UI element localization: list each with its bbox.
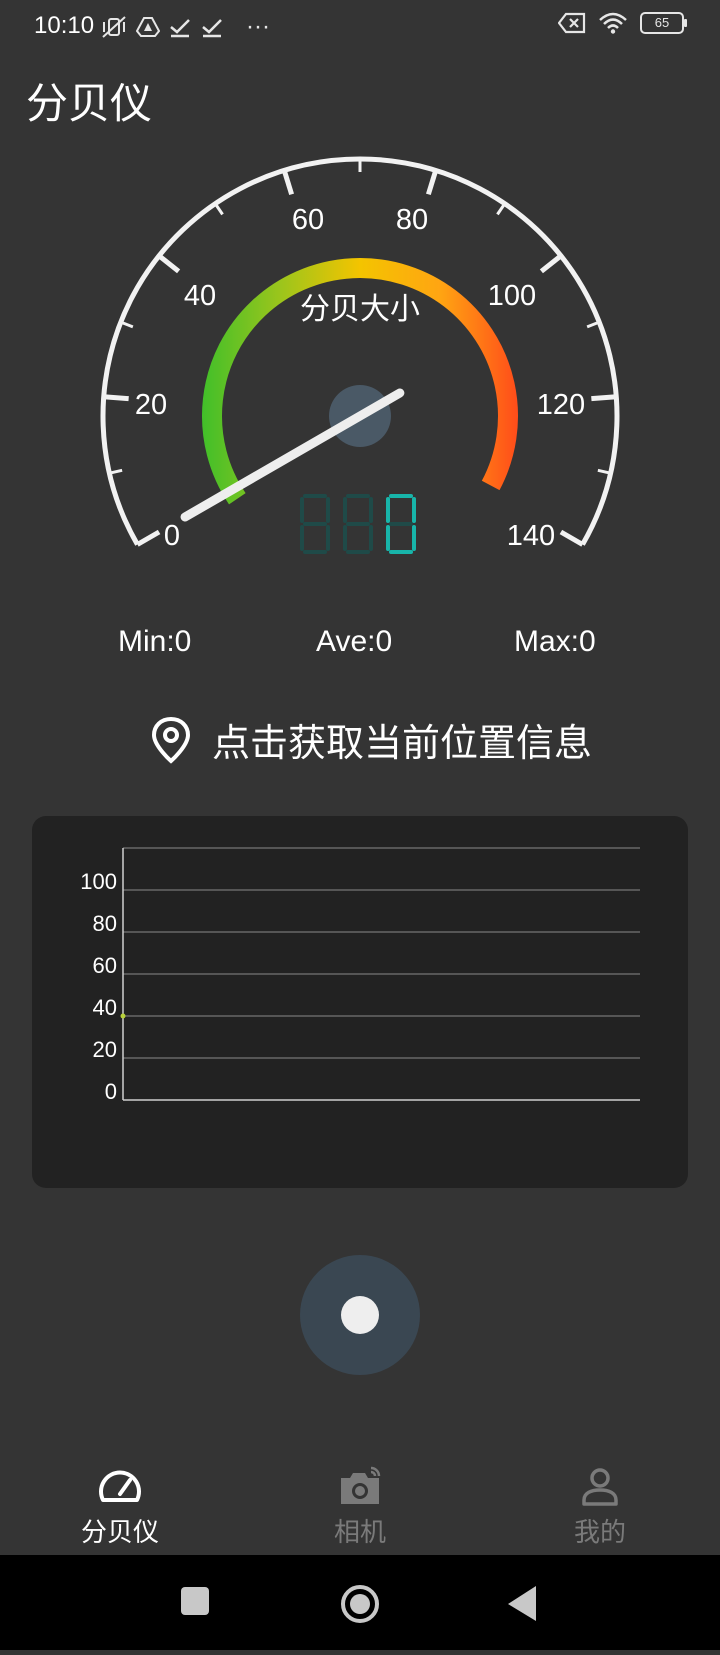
chart-data-point (120, 1013, 126, 1019)
gauge-ticks (103, 159, 617, 547)
gauge-major-tick (591, 394, 617, 402)
scale-label-0: 0 (164, 520, 180, 552)
check-icon (202, 19, 222, 38)
nav-item-camera[interactable]: 相机 (240, 1440, 480, 1555)
gauge-major-tick (281, 169, 295, 196)
speedometer-icon (99, 1470, 141, 1502)
decibel-chart: 0 20 40 60 80 100 (80, 847, 640, 1104)
digital-display (300, 494, 416, 554)
chart-y-tick-label: 20 (93, 1037, 117, 1062)
mute-vibrate-icon (102, 16, 126, 38)
get-location-button[interactable]: 点击获取当前位置信息 (150, 712, 592, 767)
decibel-gauge: 0 20 40 60 80 100 120 140 分贝大小 (100, 156, 620, 554)
nav-label-decibel: 分贝仪 (80, 1517, 159, 1547)
chart-y-tick-label: 80 (93, 911, 117, 936)
status-right-icons: 65 (558, 12, 687, 34)
recents-icon[interactable] (181, 1587, 209, 1615)
gauge-major-tick (559, 529, 584, 547)
camera-icon (341, 1466, 381, 1504)
scale-label-120: 120 (537, 389, 585, 421)
record-icon (341, 1296, 379, 1334)
gauge-major-tick (136, 529, 161, 547)
stat-min: Min:0 (118, 625, 192, 658)
chart-y-tick-label: 60 (93, 953, 117, 978)
status-left-icons: ··· (100, 10, 270, 44)
nav-item-profile[interactable]: 我的 (480, 1440, 720, 1555)
gauge-minor-tick (496, 202, 507, 216)
decibel-chart-card: 0 20 40 60 80 100 (32, 816, 688, 1188)
chart-y-tick-label: 40 (93, 995, 117, 1020)
scale-label-40: 40 (184, 280, 216, 312)
scale-label-100: 100 (488, 280, 536, 312)
location-label: 点击获取当前位置信息 (212, 723, 593, 765)
gauge-minor-tick (213, 202, 224, 216)
back-icon[interactable] (508, 1586, 536, 1621)
location-pin-icon (151, 716, 191, 764)
more-dots-icon: ··· (246, 13, 270, 40)
check-icon (170, 19, 190, 38)
drive-icon (136, 17, 160, 37)
gauge-major-tick (539, 253, 563, 274)
gauge-major-tick (103, 394, 129, 402)
gauge-minor-tick (586, 320, 600, 329)
chart-y-tick-label: 0 (105, 1079, 117, 1104)
system-nav-bar (0, 1555, 720, 1650)
battery-indicator: 65 (640, 12, 687, 34)
gauge-minor-tick (120, 320, 134, 329)
stat-max: Max:0 (514, 625, 596, 658)
nav-item-decibel[interactable]: 分贝仪 (0, 1440, 240, 1555)
gauge-major-tick (157, 253, 181, 274)
wifi-icon (599, 12, 627, 34)
nav-label-camera: 相机 (333, 1517, 386, 1547)
bottom-nav: 分贝仪 相机 我的 (0, 1440, 720, 1555)
person-icon (582, 1468, 618, 1506)
gauge-label: 分贝大小 (300, 293, 420, 326)
scale-label-20: 20 (135, 389, 167, 421)
gauge-scale-labels: 0 20 40 60 80 100 120 140 (135, 204, 585, 552)
status-time: 10:10 (34, 12, 95, 39)
record-button[interactable] (300, 1255, 420, 1375)
nav-label-profile: 我的 (573, 1517, 626, 1547)
home-icon[interactable] (341, 1585, 379, 1623)
page-title: 分贝仪 (26, 80, 153, 127)
scale-label-80: 80 (396, 204, 428, 236)
no-sim-icon (558, 12, 586, 34)
scale-label-140: 140 (507, 520, 555, 552)
status-bar: 10:10 ··· 65 (0, 0, 720, 56)
stat-ave: Ave:0 (316, 625, 393, 658)
scale-label-60: 60 (292, 204, 324, 236)
gauge-major-tick (425, 169, 439, 196)
chart-y-tick-label: 100 (80, 869, 117, 894)
gauge-outer-arc (100, 156, 620, 546)
stats-row: Min:0 Ave:0 Max:0 (0, 625, 720, 665)
